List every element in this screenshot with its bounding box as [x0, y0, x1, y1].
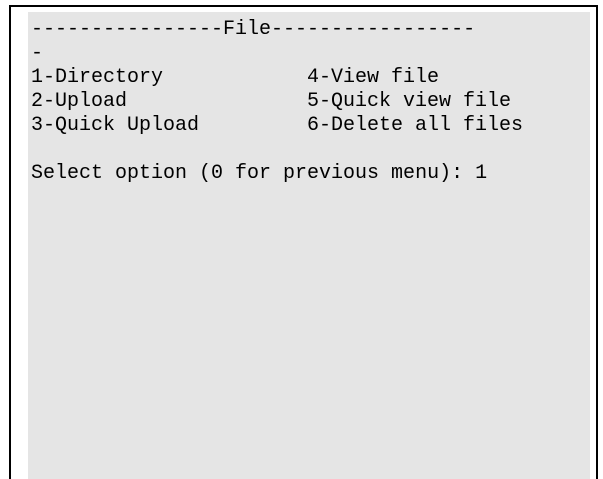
prompt-line: Select option (0 for previous menu): 1 — [31, 162, 590, 186]
menu-option-quick-view-file: 5-Quick view file — [307, 90, 512, 113]
prompt-text: Select option (0 for previous menu): — [31, 162, 476, 185]
menu-option-directory: 1-Directory — [31, 66, 164, 89]
menu-row: 1-Directory 4-View file — [31, 66, 590, 90]
menu-header-wrap: - — [31, 42, 44, 65]
menu-row: 3-Quick Upload 6-Delete all files — [31, 114, 590, 138]
option-input[interactable]: 1 — [475, 162, 487, 185]
menu-option-upload: 2-Upload — [31, 90, 128, 113]
menu-option-quick-upload: 3-Quick Upload — [31, 114, 200, 137]
terminal-screen[interactable]: ----------------File----------------- - … — [28, 12, 590, 479]
menu-option-view-file: 4-View file — [307, 66, 440, 89]
menu-option-delete-all-files: 6-Delete all files — [307, 114, 524, 137]
menu-header-line: ----------------File----------------- — [31, 18, 476, 41]
menu-row: 2-Upload 5-Quick view file — [31, 90, 590, 114]
